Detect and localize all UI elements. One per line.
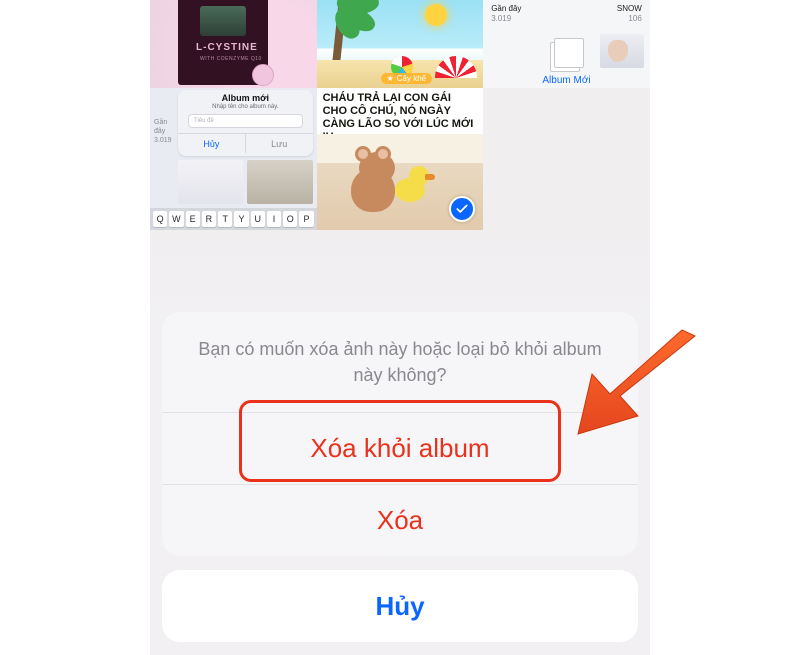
action-sheet: Bạn có muốn xóa ảnh này hoặc loại bỏ khỏ… [162, 312, 638, 642]
screenshot-stage: L-CYSTINE WITH COENZYME Q10 ★Cây khế [0, 0, 800, 655]
delete-button[interactable]: Xóa [162, 484, 638, 556]
action-sheet-prompt: Bạn có muốn xóa ảnh này hoặc loại bỏ khỏ… [162, 312, 638, 412]
remove-from-album-button[interactable]: Xóa khỏi album [162, 412, 638, 484]
cancel-button[interactable]: Hủy [162, 570, 638, 642]
action-sheet-group: Bạn có muốn xóa ảnh này hoặc loại bỏ khỏ… [162, 312, 638, 556]
